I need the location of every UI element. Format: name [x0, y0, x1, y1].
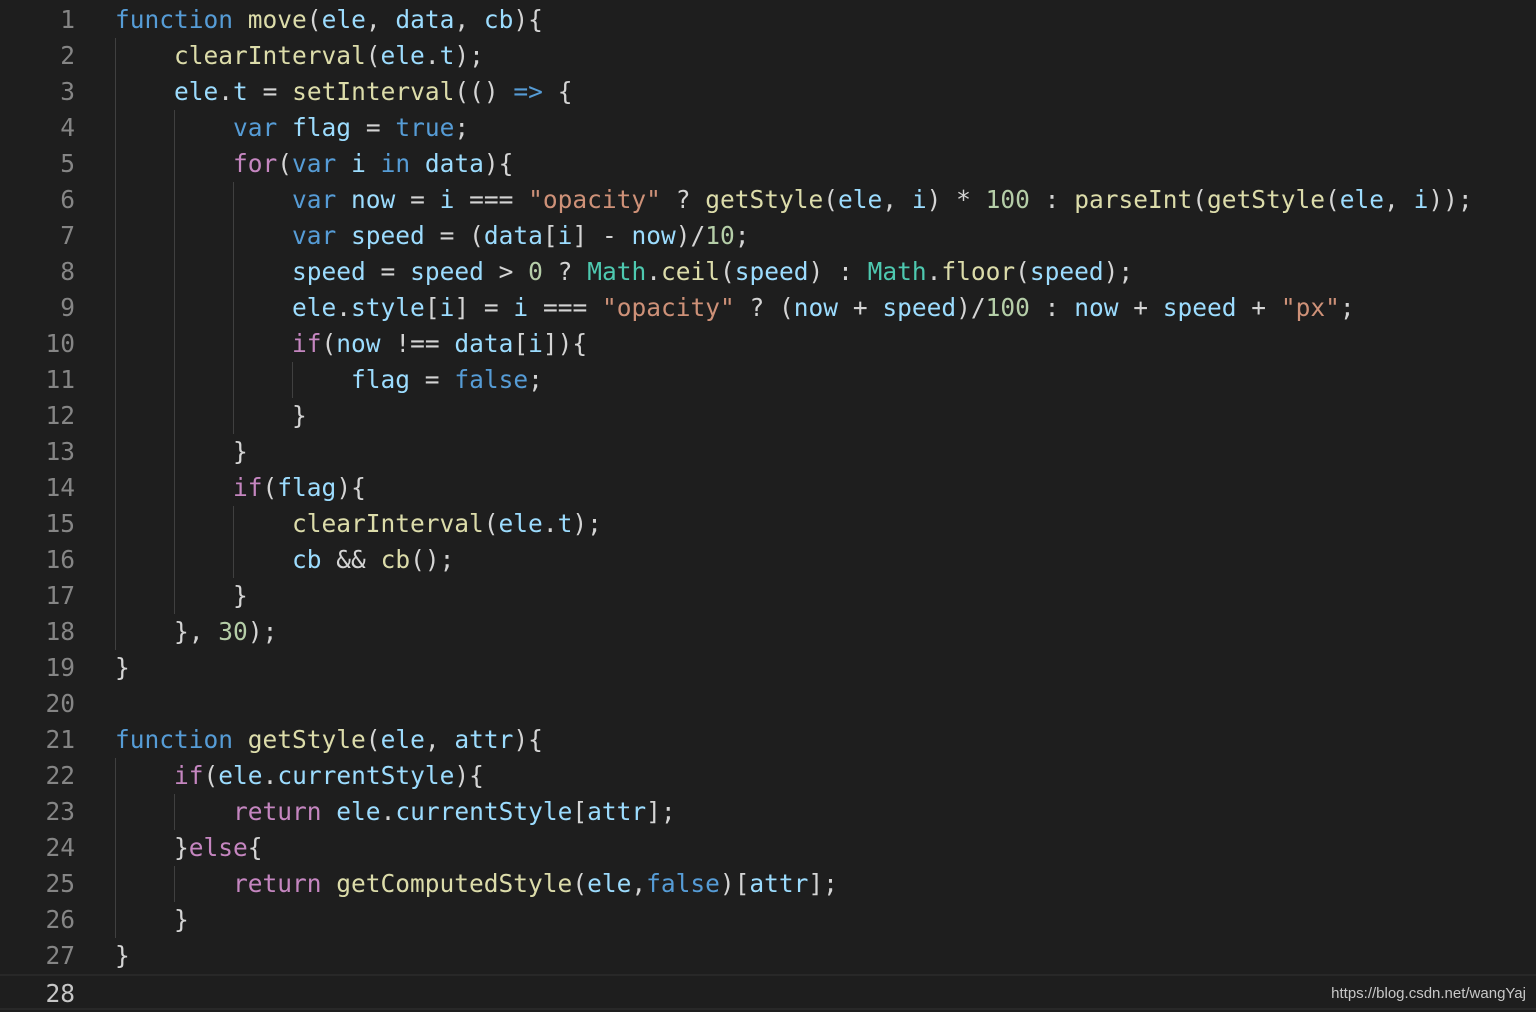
code-line[interactable]: 5 for(var i in data){ [0, 146, 1536, 182]
code-line[interactable]: 20 [0, 686, 1536, 722]
line-number: 8 [60, 257, 75, 286]
line-number: 12 [45, 401, 75, 430]
line-number: 6 [60, 185, 75, 214]
line-code: clearInterval(ele.t); [292, 509, 602, 538]
line-code: } [233, 581, 248, 610]
code-line[interactable]: 13 } [0, 434, 1536, 470]
line-number: 9 [60, 293, 75, 322]
line-number: 7 [60, 221, 75, 250]
line-number: 21 [45, 725, 75, 754]
line-code: } [115, 941, 130, 970]
line-code: var now = i === "opacity" ? getStyle(ele… [292, 185, 1473, 214]
line-number: 4 [60, 113, 75, 142]
line-code: if(flag){ [233, 473, 366, 502]
line-number: 14 [45, 473, 75, 502]
code-line[interactable]: 9 ele.style[i] = i === "opacity" ? (now … [0, 290, 1536, 326]
code-editor[interactable]: 1 function move(ele, data, cb){ 2 clearInt… [0, 0, 1536, 1012]
code-line[interactable]: 4 var flag = true; [0, 110, 1536, 146]
line-code: cb && cb(); [292, 545, 455, 574]
line-code: } [292, 401, 307, 430]
code-line[interactable]: 10 if(now !== data[i]){ [0, 326, 1536, 362]
line-code: ele.t = setInterval(() => { [174, 77, 573, 106]
watermark: https://blog.csdn.net/wangYaj [1331, 985, 1526, 1002]
line-code: if(ele.currentStyle){ [174, 761, 484, 790]
code-line[interactable]: 12 } [0, 398, 1536, 434]
line-number: 2 [60, 41, 75, 70]
code-line[interactable]: 7 var speed = (data[i] - now)/10; [0, 218, 1536, 254]
line-code: var speed = (data[i] - now)/10; [292, 221, 750, 250]
code-line[interactable]: 24 }else{ [0, 830, 1536, 866]
code-line[interactable]: 8 speed = speed > 0 ? Math.ceil(speed) :… [0, 254, 1536, 290]
line-number: 26 [45, 905, 75, 934]
line-number: 3 [60, 77, 75, 106]
code-line[interactable]: 11 flag = false; [0, 362, 1536, 398]
line-code: } [115, 653, 130, 682]
line-number: 13 [45, 437, 75, 466]
line-number: 24 [45, 833, 75, 862]
code-line[interactable]: 22 if(ele.currentStyle){ [0, 758, 1536, 794]
line-code: }, 30); [174, 617, 278, 646]
line-number: 15 [45, 509, 75, 538]
code-line[interactable]: 6 var now = i === "opacity" ? getStyle(e… [0, 182, 1536, 218]
line-number: 22 [45, 761, 75, 790]
code-line[interactable]: 1 function move(ele, data, cb){ [0, 2, 1536, 38]
code-line[interactable]: 15 clearInterval(ele.t); [0, 506, 1536, 542]
line-code: return getComputedStyle(ele,false)[attr]… [233, 869, 838, 898]
code-line[interactable]: 14 if(flag){ [0, 470, 1536, 506]
code-line[interactable]: 19} [0, 650, 1536, 686]
code-line[interactable]: 21 function getStyle(ele, attr){ [0, 722, 1536, 758]
code-line[interactable]: 17 } [0, 578, 1536, 614]
line-number: 28 [45, 979, 75, 1008]
line-code: return ele.currentStyle[attr]; [233, 797, 676, 826]
code-line[interactable]: 27} [0, 938, 1536, 974]
line-number: 20 [45, 689, 75, 718]
code-line[interactable]: 3 ele.t = setInterval(() => { [0, 74, 1536, 110]
code-line[interactable]: 25 return getComputedStyle(ele,false)[at… [0, 866, 1536, 902]
line-number: 27 [45, 941, 75, 970]
line-code: function getStyle(ele, attr){ [115, 725, 543, 754]
code-line[interactable]: 23 return ele.currentStyle[attr]; [0, 794, 1536, 830]
line-number: 1 [60, 5, 75, 34]
line-code: var flag = true; [233, 113, 470, 142]
line-code: speed = speed > 0 ? Math.ceil(speed) : M… [292, 257, 1134, 286]
line-code: clearInterval(ele.t); [174, 41, 484, 70]
line-number: 16 [45, 545, 75, 574]
code-line[interactable]: 16 cb && cb(); [0, 542, 1536, 578]
line-number: 25 [45, 869, 75, 898]
code-line[interactable]: 28 [0, 974, 1536, 1010]
line-code: flag = false; [351, 365, 543, 394]
line-number: 18 [45, 617, 75, 646]
line-number: 5 [60, 149, 75, 178]
line-number: 17 [45, 581, 75, 610]
line-code: } [174, 905, 189, 934]
line-code: if(now !== data[i]){ [292, 329, 588, 358]
line-code: function move(ele, data, cb){ [115, 5, 543, 34]
line-code: ele.style[i] = i === "opacity" ? (now + … [292, 293, 1355, 322]
code-line[interactable]: 2 clearInterval(ele.t); [0, 38, 1536, 74]
line-code: } [233, 437, 248, 466]
line-number: 23 [45, 797, 75, 826]
line-code: }else{ [174, 833, 263, 862]
code-line[interactable]: 26 } [0, 902, 1536, 938]
line-number: 11 [45, 365, 75, 394]
line-number: 19 [45, 653, 75, 682]
line-number: 10 [45, 329, 75, 358]
code-line[interactable]: 18 }, 30); [0, 614, 1536, 650]
line-code: for(var i in data){ [233, 149, 514, 178]
